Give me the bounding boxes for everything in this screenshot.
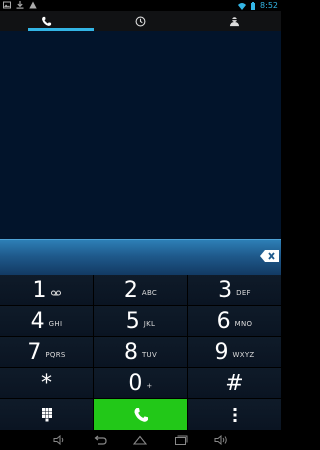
key-digit: 6	[216, 308, 231, 334]
key-letters: DEF	[236, 289, 251, 297]
recent-apps-icon[interactable]	[174, 435, 188, 445]
key-digit: 7	[27, 339, 42, 365]
dialpad: 1 2 ABC 3 DEF 4 GHI 5 JKL 6 MNO 7 PQRS 8 TUV 9W…	[0, 275, 281, 398]
battery-icon	[251, 1, 256, 10]
key-letters: TUV	[141, 351, 158, 359]
key-digit: #	[225, 370, 244, 396]
key-letters: +	[146, 382, 153, 390]
clock-icon	[135, 16, 146, 26]
back-icon[interactable]	[93, 435, 107, 445]
voicemail-icon	[50, 290, 61, 296]
toggle-dialpad-button[interactable]	[0, 399, 93, 430]
overflow-menu-icon	[233, 407, 236, 422]
key-letters: ABC	[141, 289, 158, 297]
call-icon	[133, 407, 148, 422]
system-navigation-bar	[0, 430, 281, 450]
key-digit: 3	[218, 277, 233, 303]
tab-call-log[interactable]	[94, 11, 188, 31]
tab-phone[interactable]	[0, 11, 94, 31]
home-icon[interactable]	[133, 435, 148, 445]
volume-down-icon[interactable]	[53, 435, 67, 445]
wifi-icon	[238, 2, 247, 10]
key-8[interactable]: 8 TUV	[94, 337, 187, 367]
key-digit: 4	[30, 308, 45, 334]
digits-display-area	[0, 31, 281, 239]
key-2[interactable]: 2 ABC	[94, 275, 187, 305]
dialpad-icon	[41, 407, 52, 421]
key-digit: *	[41, 370, 52, 396]
warning-icon	[29, 1, 37, 9]
key-letters: MNO	[234, 320, 253, 328]
key-letters: WXYZ	[232, 351, 255, 359]
status-clock: 8:52	[260, 1, 278, 10]
key-digit: 1	[32, 277, 47, 303]
key-7[interactable]: 7 PQRS	[0, 337, 93, 367]
key-1[interactable]: 1	[0, 275, 93, 305]
key-letters: PQRS	[45, 351, 66, 359]
dialer-tabs	[0, 11, 281, 31]
key-letters: GHI	[48, 320, 63, 328]
key-0[interactable]: 0 +	[94, 368, 187, 398]
key-pound[interactable]: #	[188, 368, 281, 398]
tab-contacts[interactable]	[187, 11, 281, 31]
key-4[interactable]: 4 GHI	[0, 306, 93, 336]
status-bar: 8:52	[0, 0, 281, 11]
key-digit: 9	[214, 339, 229, 365]
phone-icon	[42, 16, 52, 26]
number-entry-field[interactable]	[0, 239, 281, 275]
key-6[interactable]: 6 MNO	[188, 306, 281, 336]
dialer-action-bar	[0, 399, 281, 430]
key-letters: JKL	[143, 320, 156, 328]
key-star[interactable]: *	[0, 368, 93, 398]
volume-up-icon[interactable]	[214, 435, 228, 445]
key-5[interactable]: 5 JKL	[94, 306, 187, 336]
key-9[interactable]: 9 WXYZ	[188, 337, 281, 367]
key-digit: 0	[128, 370, 143, 396]
contacts-icon	[229, 16, 239, 26]
download-icon	[16, 1, 24, 9]
key-3[interactable]: 3 DEF	[188, 275, 281, 305]
picture-icon	[3, 1, 11, 9]
key-digit: 2	[123, 277, 138, 303]
key-digit: 8	[123, 339, 138, 365]
backspace-icon[interactable]	[260, 250, 279, 262]
overflow-menu-button[interactable]	[188, 399, 281, 430]
key-digit: 5	[125, 308, 140, 334]
call-button[interactable]	[94, 399, 187, 430]
